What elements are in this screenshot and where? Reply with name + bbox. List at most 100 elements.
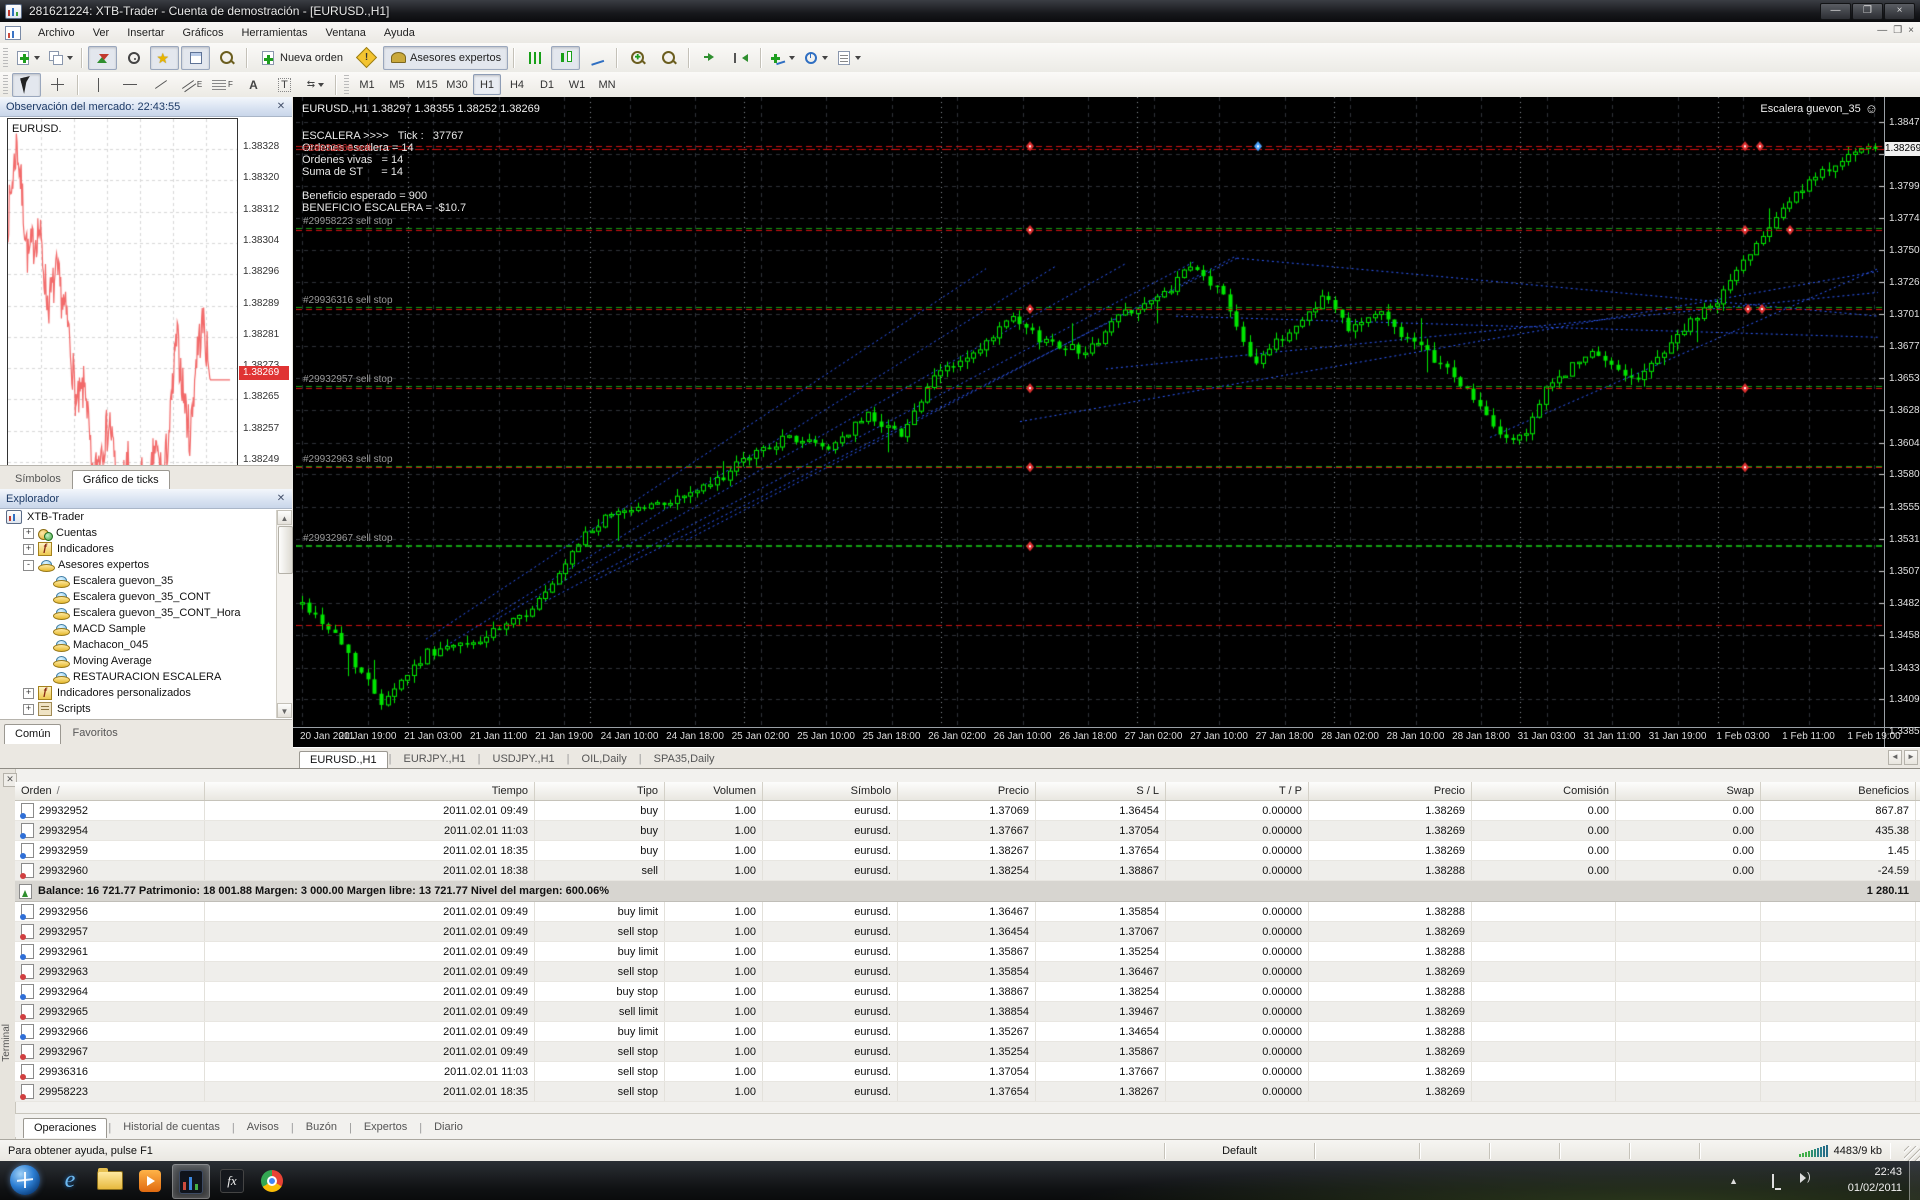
tree-item-xtb-trader[interactable]: XTB-Trader <box>0 509 292 525</box>
minimize-button[interactable]: — <box>1820 3 1851 20</box>
candlestick-chart-canvas[interactable] <box>296 97 1884 727</box>
crosshair-button[interactable] <box>43 73 72 97</box>
horizontal-line-button[interactable] <box>115 73 144 97</box>
navigator-scrollbar[interactable]: ▲ ▼ <box>276 510 293 718</box>
column-header-7[interactable]: T / P <box>1166 782 1309 800</box>
order-row-29932963[interactable]: 29932963 2011.02.01 09:49 sell stop 1.00 eur… <box>15 962 1920 982</box>
chart-tab-4[interactable]: SPA35,Daily <box>643 750 726 768</box>
taskbar-internet-explorer[interactable]: e <box>52 1164 88 1197</box>
trendline-button[interactable] <box>146 73 175 97</box>
timeframe-m5[interactable]: M5 <box>383 74 411 95</box>
tree-item-escalera-guevon-35-cont[interactable]: Escalera guevon_35_CONT <box>0 589 292 605</box>
tree-item-macd-sample[interactable]: MACD Sample <box>0 621 292 637</box>
tree-toggle-icon[interactable]: + <box>23 527 34 539</box>
taskbar-media-player[interactable] <box>132 1164 168 1197</box>
order-row-29932964[interactable]: 29932964 2011.02.01 09:49 buy stop 1.00 euru… <box>15 982 1920 1002</box>
ea-smiley-icon[interactable]: ☺ <box>1865 101 1878 116</box>
tree-item-escalera-guevon-35-cont-hora[interactable]: Escalera guevon_35_CONT_Hora <box>0 605 292 621</box>
vertical-line-button[interactable] <box>84 73 113 97</box>
order-row-29932961[interactable]: 29932961 2011.02.01 09:49 buy limit 1.00 eur… <box>15 942 1920 962</box>
taskbar-clock[interactable]: 22:43 01/02/2011 <box>1848 1164 1902 1196</box>
scroll-up-icon[interactable]: ▲ <box>277 510 292 525</box>
column-header-11[interactable]: Beneficios <box>1761 782 1916 800</box>
timeframe-m1[interactable]: M1 <box>353 74 381 95</box>
auto-scroll-button[interactable] <box>695 46 724 70</box>
profiles-button[interactable] <box>45 46 76 70</box>
column-header-9[interactable]: Comisión <box>1472 782 1616 800</box>
market-watch-close-icon[interactable]: ✕ <box>274 100 288 114</box>
navigator-close-icon[interactable]: ✕ <box>274 492 288 506</box>
taskbar-file-explorer[interactable] <box>92 1164 128 1197</box>
order-row-29932956[interactable]: 29932956 2011.02.01 09:49 buy limit 1.00 eur… <box>15 902 1920 922</box>
tick-chart-canvas[interactable] <box>7 118 238 466</box>
tree-item-escalera-guevon-35[interactable]: Escalera guevon_35 <box>0 573 292 589</box>
terminal-tab-4[interactable]: Expertos <box>353 1117 418 1137</box>
status-profile[interactable]: Default <box>1165 1143 1315 1159</box>
column-header-10[interactable]: Swap <box>1616 782 1761 800</box>
candlestick-button[interactable] <box>551 45 581 70</box>
menu-gráficos[interactable]: Gráficos <box>174 25 233 41</box>
column-header-0[interactable]: Orden / <box>15 782 205 800</box>
toolbar-grip[interactable] <box>3 74 8 95</box>
chart-window-icon[interactable] <box>5 25 21 40</box>
tabs-scroll-right-icon[interactable]: ► <box>1904 750 1918 765</box>
terminal-tab-5[interactable]: Diario <box>423 1117 474 1137</box>
order-row-29932965[interactable]: 29932965 2011.02.01 09:49 sell limit 1.00 eu… <box>15 1002 1920 1022</box>
column-header-3[interactable]: Volumen <box>665 782 763 800</box>
order-row-29932960[interactable]: 29932960 2011.02.01 18:38 sell 1.00 eurusd. 1… <box>15 861 1920 881</box>
menu-insertar[interactable]: Insertar <box>118 25 173 41</box>
terminal-tab-3[interactable]: Buzón <box>295 1117 348 1137</box>
restore-button[interactable]: ❐ <box>1852 3 1883 20</box>
order-row-29932957[interactable]: 29932957 2011.02.01 09:49 sell stop 1.00 eur… <box>15 922 1920 942</box>
close-button[interactable]: × <box>1884 3 1915 20</box>
terminal-tab-1[interactable]: Historial de cuentas <box>112 1117 231 1137</box>
line-chart-button[interactable] <box>582 46 611 70</box>
tree-toggle-icon[interactable]: + <box>23 703 34 715</box>
chart-tab-0[interactable]: EURUSD.,H1 <box>299 751 388 769</box>
chart-tab-2[interactable]: USDJPY.,H1 <box>482 750 566 768</box>
text-button[interactable]: A <box>239 73 268 97</box>
timeframe-w1[interactable]: W1 <box>563 74 591 95</box>
data-window-button[interactable] <box>119 46 148 70</box>
timeframe-mn[interactable]: MN <box>593 74 621 95</box>
tree-toggle-icon[interactable]: + <box>23 687 34 699</box>
menu-archivo[interactable]: Archivo <box>29 25 84 41</box>
periods-button[interactable] <box>800 46 831 70</box>
templates-button[interactable] <box>833 46 864 70</box>
scroll-down-icon[interactable]: ▼ <box>277 703 292 718</box>
tree-item-machacon-045[interactable]: Machacon_045 <box>0 637 292 653</box>
timeframe-m30[interactable]: M30 <box>443 74 471 95</box>
taskbar-chrome[interactable] <box>254 1164 290 1197</box>
tabs-scroll-left-icon[interactable]: ◄ <box>1888 750 1902 765</box>
order-row-29958223[interactable]: 29958223 2011.02.01 18:35 sell stop 1.00 eur… <box>15 1082 1920 1102</box>
market-watch-tab-0[interactable]: Símbolos <box>4 469 72 489</box>
tray-expand-icon[interactable]: ▲ <box>1729 1176 1738 1186</box>
taskbar-metaeditor[interactable]: fx <box>214 1164 250 1197</box>
zoom-in-button[interactable] <box>623 46 652 70</box>
chart-tab-1[interactable]: EURJPY.,H1 <box>392 750 476 768</box>
column-header-5[interactable]: Precio <box>898 782 1036 800</box>
menu-ver[interactable]: Ver <box>84 25 119 41</box>
start-button[interactable] <box>10 1165 40 1195</box>
equidistant-channel-button[interactable]: E <box>177 73 206 97</box>
timeframe-m15[interactable]: M15 <box>413 74 441 95</box>
show-desktop-button[interactable] <box>1909 1161 1920 1200</box>
new-chart-button[interactable] <box>12 46 43 70</box>
order-row-29932966[interactable]: 29932966 2011.02.01 09:49 buy limit 1.00 eur… <box>15 1022 1920 1042</box>
timeframe-h1[interactable]: H1 <box>473 74 501 95</box>
tree-item-asesores-expertos[interactable]: - Asesores expertos <box>0 557 292 573</box>
volume-icon[interactable] <box>1796 1175 1810 1187</box>
cursor-button[interactable] <box>12 72 41 97</box>
new-order-button[interactable]: Nueva orden <box>253 46 350 70</box>
scrollbar-thumb[interactable] <box>278 526 293 574</box>
chart-shift-button[interactable] <box>726 46 755 70</box>
timeframe-d1[interactable]: D1 <box>533 74 561 95</box>
column-header-6[interactable]: S / L <box>1036 782 1166 800</box>
order-row-29932954[interactable]: 29932954 2011.02.01 11:03 buy 1.00 eurusd. 1.… <box>15 821 1920 841</box>
bar-chart-button[interactable] <box>520 46 549 70</box>
terminal-tab-2[interactable]: Avisos <box>236 1117 290 1137</box>
column-header-1[interactable]: Tiempo <box>205 782 535 800</box>
market-watch-button[interactable] <box>88 45 117 70</box>
timeframe-h4[interactable]: H4 <box>503 74 531 95</box>
tree-item-moving-average[interactable]: Moving Average <box>0 653 292 669</box>
